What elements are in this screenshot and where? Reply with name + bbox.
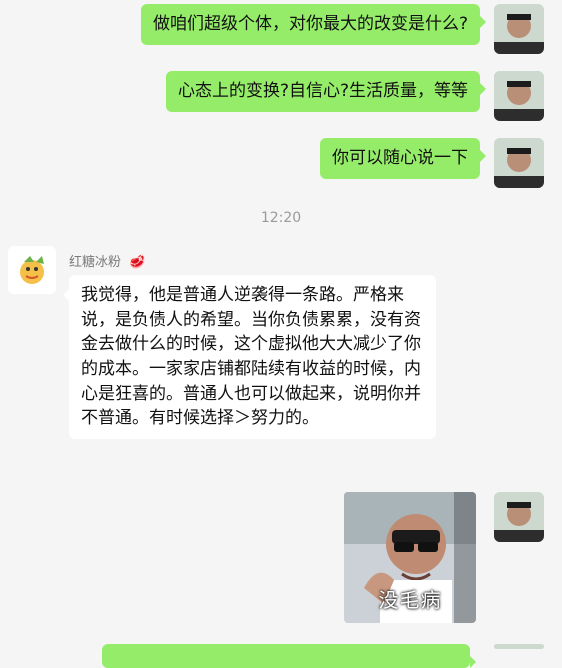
message-outgoing-2: 心态上的变换?自信心?生活质量，等等 xyxy=(165,71,544,121)
message-bubble-partial[interactable] xyxy=(102,644,476,668)
meat-icon: 🥩 xyxy=(129,255,146,270)
message-outgoing-3: 你可以随心说一下 xyxy=(320,138,544,188)
contact-name-text: 红糖冰粉 xyxy=(69,255,122,270)
timestamp: 12:20 xyxy=(260,210,302,226)
user-avatar[interactable] xyxy=(494,138,544,188)
user-avatar[interactable] xyxy=(494,492,544,542)
sticker-image[interactable]: 没毛病 xyxy=(344,492,476,623)
message-text: 做咱们超级个体，对你最大的改变是什么? xyxy=(152,14,468,34)
message-text: 心态上的变换?自信心?生活质量，等等 xyxy=(177,81,468,101)
message-text: 你可以随心说一下 xyxy=(332,148,468,168)
message-incoming-bubble[interactable]: 我觉得，他是普通人逆袭得一条路。严格来说，是负债人的希望。当你负债累累，没有资金… xyxy=(63,275,436,439)
message-outgoing-1: 做咱们超级个体，对你最大的改变是什么? xyxy=(140,4,544,54)
contact-name: 红糖冰粉 🥩 xyxy=(69,251,145,270)
user-avatar[interactable] xyxy=(494,71,544,121)
message-bubble[interactable]: 心态上的变换?自信心?生活质量，等等 xyxy=(165,71,487,112)
chat-thread: 做咱们超级个体，对你最大的改变是什么? 心态上的变换?自信心?生活质量，等等 你… xyxy=(0,0,562,668)
contact-avatar[interactable] xyxy=(8,246,56,294)
sticker-caption: 没毛病 xyxy=(378,588,442,612)
user-avatar-partial[interactable] xyxy=(494,644,544,649)
user-avatar[interactable] xyxy=(494,4,544,54)
message-bubble[interactable]: 你可以随心说一下 xyxy=(320,138,486,179)
message-text: 我觉得，他是普通人逆袭得一条路。严格来说，是负债人的希望。当你负债累累，没有资金… xyxy=(81,285,421,429)
message-bubble[interactable]: 做咱们超级个体，对你最大的改变是什么? xyxy=(140,4,487,45)
